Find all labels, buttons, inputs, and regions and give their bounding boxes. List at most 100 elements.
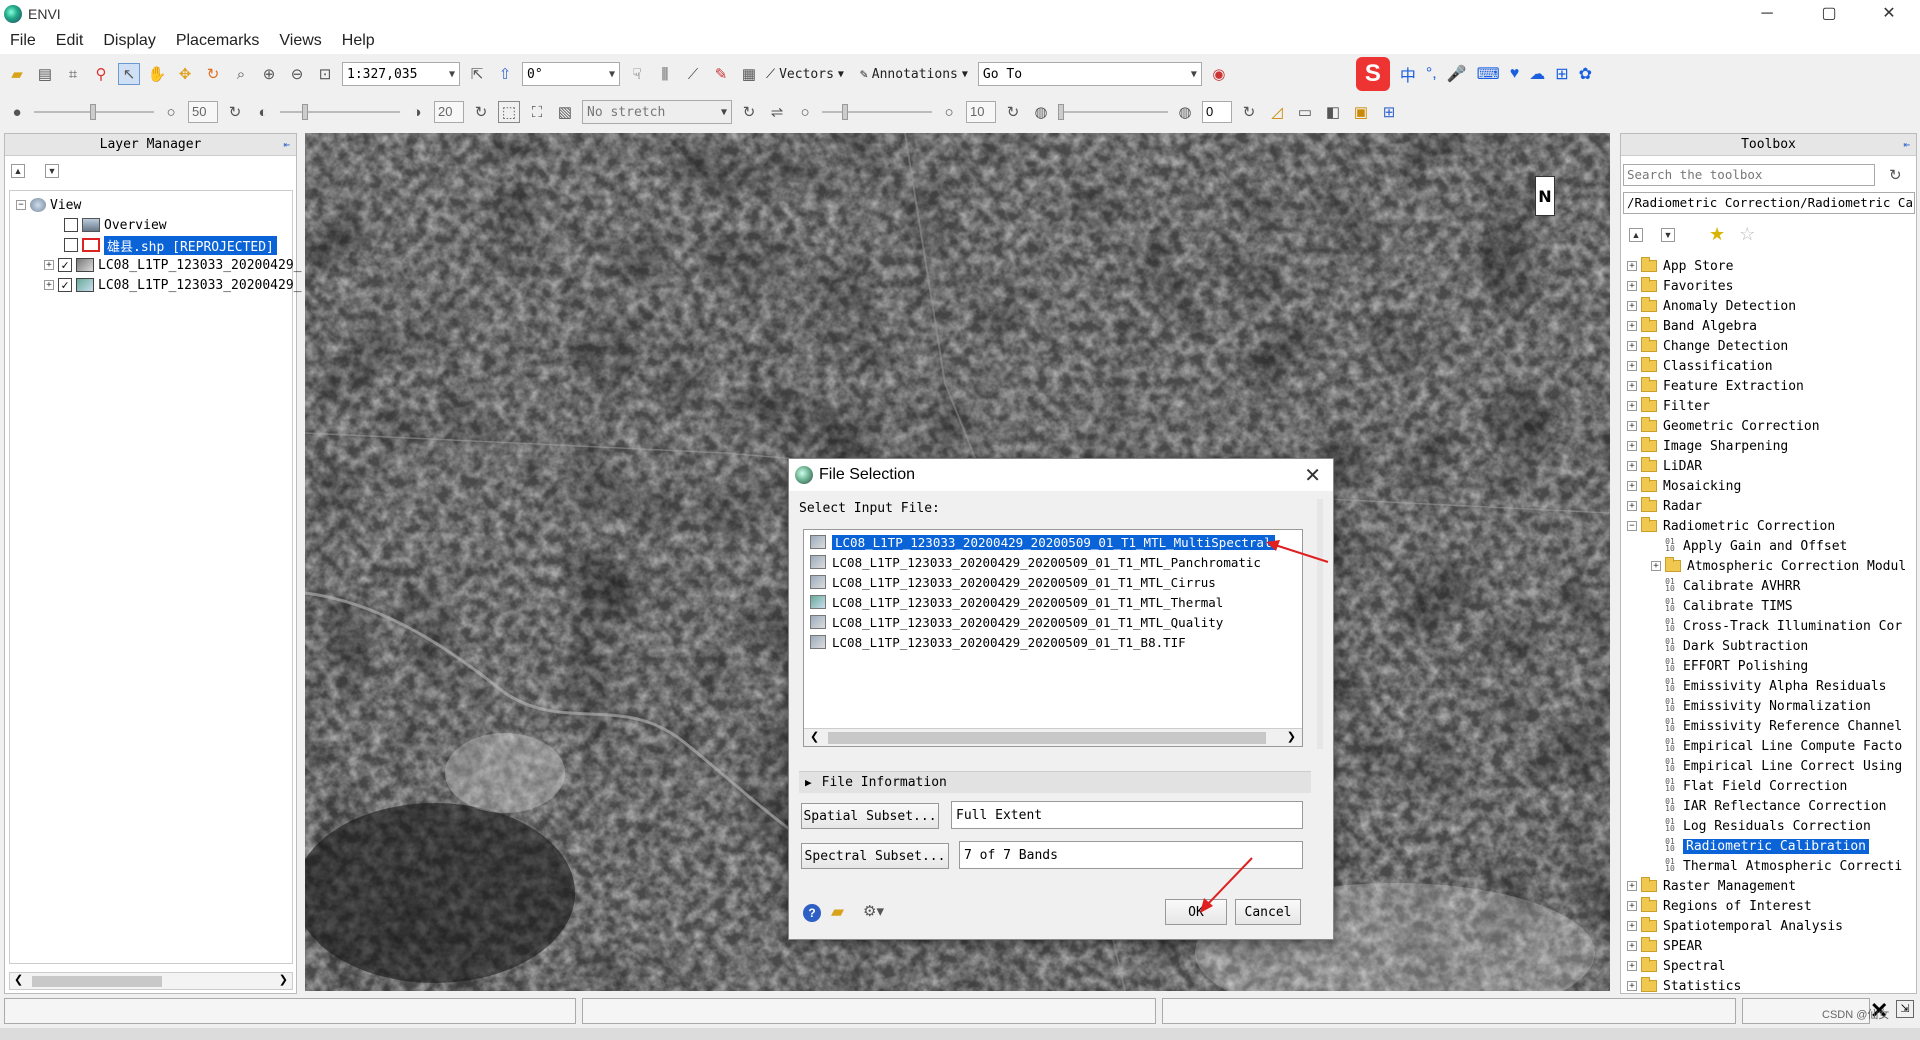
rotation-combo[interactable]: 0° ▼ — [522, 62, 620, 86]
toolbox-folder[interactable]: + Favorites — [1627, 276, 1733, 296]
menu-display[interactable]: Display — [93, 32, 165, 50]
sharpen-value[interactable]: 10 — [966, 101, 996, 123]
toolbox-folder[interactable]: + App Store — [1627, 256, 1733, 276]
zoom-fit-icon[interactable]: ⊡ — [314, 63, 336, 85]
help-icon[interactable]: ? — [803, 904, 821, 922]
horizontal-scrollbar[interactable]: ❮ ❯ — [9, 972, 293, 990]
toolbox-tool[interactable]: 01 10 Empirical Line Correct Using — [1663, 756, 1902, 776]
ime-punctuation-icon[interactable]: °, — [1426, 65, 1437, 83]
expand-icon[interactable]: + — [44, 280, 54, 290]
toolbox-tool[interactable]: 01 10 Empirical Line Compute Facto — [1663, 736, 1902, 756]
portal-icon[interactable]: ▭ — [1294, 101, 1316, 123]
refresh-icon[interactable]: ↻ — [1889, 166, 1902, 184]
toolbox-folder[interactable]: + Classification — [1627, 356, 1773, 376]
annotations-dropdown[interactable]: ✎ Annotations ▼ — [860, 67, 968, 82]
toolbox-tool[interactable]: 01 10 Cross-Track Illumination Cor — [1663, 616, 1902, 636]
layer-item[interactable]: Overview — [64, 215, 167, 235]
open-folder-icon[interactable]: ▰ — [6, 63, 28, 85]
open-file-icon[interactable]: ▰ — [831, 902, 844, 922]
blend-icon[interactable]: ◧ — [1322, 101, 1344, 123]
toolbox-tool[interactable]: 01 10 Calibrate AVHRR — [1663, 576, 1800, 596]
zoom-out-icon[interactable]: ⊖ — [286, 63, 308, 85]
expand-icon[interactable]: + — [1627, 921, 1637, 931]
expand-icon[interactable]: + — [1627, 361, 1637, 371]
toolbox-folder[interactable]: + Image Sharpening — [1627, 436, 1788, 456]
crosshair-icon[interactable]: ⫼ — [654, 63, 676, 85]
brightness-slider[interactable] — [34, 104, 154, 120]
scale-combo[interactable]: 1:327,035 ▼ — [342, 62, 460, 86]
view-splitter[interactable] — [1610, 133, 1616, 991]
toolbox-folder[interactable]: + Filter — [1627, 396, 1710, 416]
sharpen-reset-icon[interactable]: ↻ — [1002, 101, 1024, 123]
layer-checkbox[interactable] — [64, 218, 78, 232]
brightness-value[interactable]: 50 — [188, 101, 218, 123]
expand-icon[interactable]: + — [1627, 481, 1637, 491]
tree-view-node[interactable]: − View — [16, 195, 81, 215]
layer-checkbox[interactable]: ✓ — [58, 278, 72, 292]
layer-checkbox[interactable] — [64, 238, 78, 252]
toolbox-folder[interactable]: + Band Algebra — [1627, 316, 1757, 336]
toolbox-tool[interactable]: 01 10 Thermal Atmospheric Correcti — [1663, 856, 1902, 876]
toolbox-folder[interactable]: + Anomaly Detection — [1627, 296, 1796, 316]
measure-icon[interactable]: ⟋ — [682, 63, 704, 85]
full-extent-icon[interactable]: ⛶ — [526, 101, 548, 123]
toolbox-search-input[interactable]: Search the toolbox — [1623, 164, 1875, 186]
file-list-item[interactable]: LC08_L1TP_123033_20200429_20200509_01_T1… — [810, 572, 1216, 592]
north-up-icon[interactable]: ⇧ — [494, 63, 516, 85]
file-list[interactable]: LC08_L1TP_123033_20200429_20200509_01_T1… — [803, 529, 1303, 747]
file-list-item[interactable]: LC08_L1TP_123033_20200429_20200509_01_T1… — [810, 552, 1261, 572]
profile-icon[interactable]: ◿ — [1266, 101, 1288, 123]
expand-icon[interactable]: + — [1627, 961, 1637, 971]
transparency-slider-knob[interactable] — [1058, 104, 1064, 120]
pin-icon[interactable]: ⇤ — [1903, 138, 1910, 151]
scrollbar-thumb[interactable] — [828, 732, 1266, 744]
ime-cloud-icon[interactable]: ☁ — [1529, 64, 1545, 84]
toolbox-folder[interactable]: + SPEAR — [1627, 936, 1702, 956]
scroll-left-icon[interactable]: ❮ — [14, 973, 23, 986]
vector-create-icon[interactable]: ✎ — [710, 63, 732, 85]
clipboard-icon[interactable]: ▤ — [34, 63, 56, 85]
expand-icon[interactable]: + — [1627, 441, 1637, 451]
toolbox-tool[interactable]: 01 10 Emissivity Alpha Residuals — [1663, 676, 1886, 696]
expand-icon[interactable]: + — [1627, 881, 1637, 891]
cancel-button[interactable]: Cancel — [1235, 899, 1301, 925]
toolbox-folder[interactable]: − Radiometric Correction — [1627, 516, 1835, 536]
resize-grip-icon[interactable]: ⇲ — [1896, 1000, 1914, 1018]
stretch-icon[interactable]: ▧ — [554, 101, 576, 123]
rotate-icon[interactable]: ↻ — [202, 63, 224, 85]
sogou-logo-icon[interactable]: S — [1355, 57, 1390, 91]
expand-icon[interactable]: + — [1627, 941, 1637, 951]
transparency-slider[interactable] — [1058, 104, 1168, 120]
contrast-reset-icon[interactable]: ↻ — [470, 101, 492, 123]
layer-checkbox[interactable]: ✓ — [58, 258, 72, 272]
zoom-icon[interactable]: ⌕ — [230, 63, 252, 85]
expand-icon[interactable]: + — [1627, 321, 1637, 331]
toolbox-folder[interactable]: + Change Detection — [1627, 336, 1788, 356]
toolbox-folder[interactable]: + Spectral — [1627, 956, 1726, 976]
expand-icon[interactable]: + — [1627, 261, 1637, 271]
expand-icon[interactable]: + — [1651, 561, 1661, 571]
stretch-options-icon[interactable]: ⇌ — [766, 101, 788, 123]
ime-keyboard-icon[interactable]: ⌨ — [1477, 64, 1500, 84]
collapse-all-icon[interactable]: ▲ — [1629, 227, 1643, 242]
menu-edit[interactable]: Edit — [46, 32, 94, 50]
rotate-reset-icon[interactable]: ⇱ — [466, 63, 488, 85]
toolbox-tool[interactable]: 01 10 IAR Reflectance Correction — [1663, 796, 1886, 816]
toolbox-tool[interactable]: 01 10 Emissivity Normalization — [1663, 696, 1871, 716]
menu-file[interactable]: File — [0, 32, 46, 50]
scrollbar-thumb[interactable] — [32, 976, 162, 987]
stretch-combo[interactable]: No stretch ▼ — [582, 100, 732, 124]
vectors-dropdown[interactable]: ⟋ Vectors ▼ — [766, 67, 844, 82]
toolbox-tool[interactable]: 01 10 Radiometric Calibration — [1663, 836, 1870, 856]
toolbox-tool[interactable]: 01 10 EFFORT Polishing — [1663, 656, 1808, 676]
toolbox-folder[interactable]: + Mosaicking — [1627, 476, 1741, 496]
toolbox-tool[interactable]: 01 10 Dark Subtraction — [1663, 636, 1808, 656]
crop-icon[interactable]: ⌗ — [62, 63, 84, 85]
brightness-reset-icon[interactable]: ↻ — [224, 101, 246, 123]
options-menu-icon[interactable]: ⚙▾ — [863, 902, 884, 920]
ime-microphone-icon[interactable]: 🎤 — [1447, 64, 1467, 84]
menu-placemarks[interactable]: Placemarks — [166, 32, 270, 50]
unfavorite-star-icon[interactable]: ☆ — [1739, 224, 1755, 245]
layer-item[interactable]: 雄县.shp [REPROJECTED] — [64, 235, 277, 255]
file-list-item[interactable]: LC08_L1TP_123033_20200429_20200509_01_T1… — [810, 632, 1186, 652]
